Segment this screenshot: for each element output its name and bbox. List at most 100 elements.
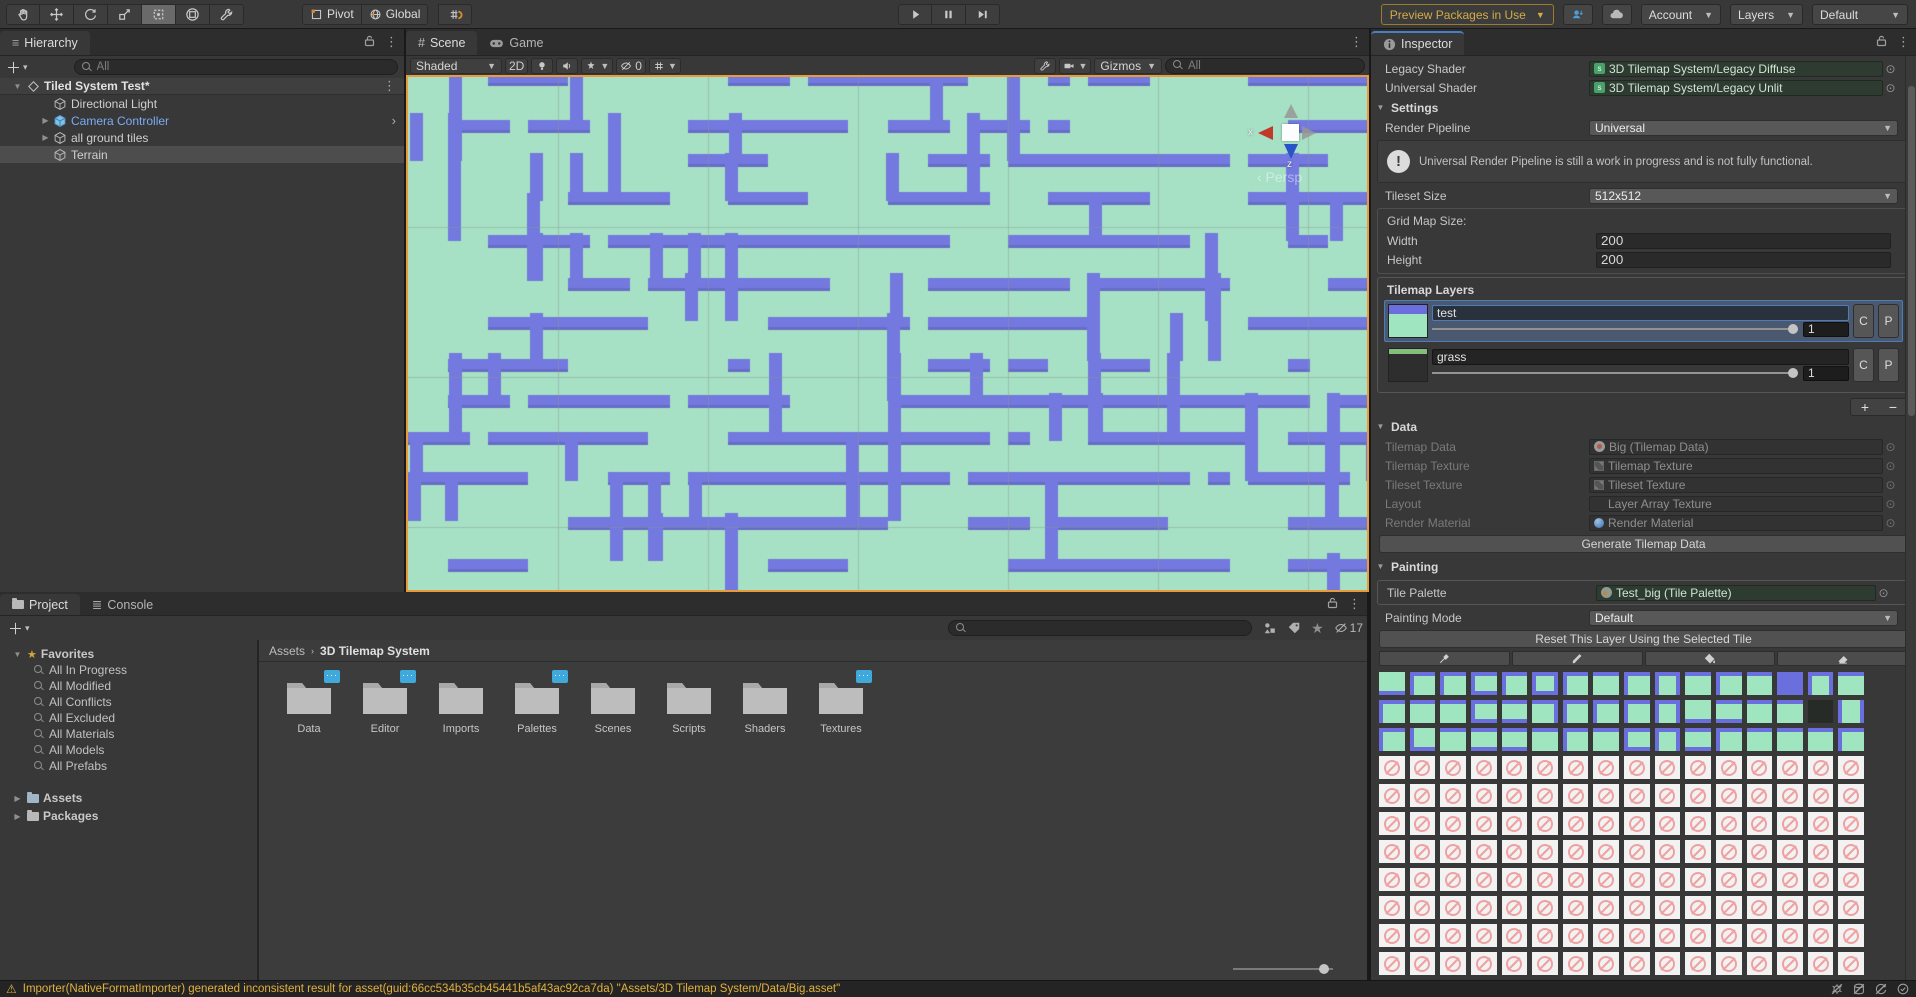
palette-tile[interactable]: [1532, 672, 1558, 695]
palette-tile[interactable]: [1807, 672, 1834, 695]
palette-tile-empty[interactable]: [1654, 952, 1681, 975]
palette-tile-empty[interactable]: [1440, 812, 1466, 835]
hierarchy-search[interactable]: [73, 59, 398, 75]
palette-tile-empty[interactable]: [1807, 952, 1834, 975]
palette-tile-empty[interactable]: [1470, 812, 1497, 835]
palette-tile-empty[interactable]: [1409, 812, 1436, 835]
search-input[interactable]: [1188, 59, 1357, 72]
palette-tile-empty[interactable]: [1715, 840, 1742, 863]
palette-tile-empty[interactable]: [1440, 784, 1466, 807]
palette-tile[interactable]: [1409, 700, 1436, 723]
painting-section-header[interactable]: ▼ Painting: [1371, 556, 1916, 577]
hierarchy-item-camera-controller[interactable]: ▶ Camera Controller ›: [0, 112, 404, 129]
favorite-all-materials[interactable]: All Materials: [0, 726, 257, 742]
palette-tile[interactable]: [1470, 700, 1497, 723]
legacy-shader-field[interactable]: s 3D Tilemap System/Legacy Diffuse: [1589, 60, 1883, 77]
settings-section-header[interactable]: ▼ Settings: [1371, 97, 1916, 118]
grid-snapping-button[interactable]: [438, 3, 473, 25]
remove-layer-button[interactable]: −: [1879, 399, 1907, 415]
palette-tile-empty[interactable]: [1470, 868, 1497, 891]
palette-tile[interactable]: [1777, 672, 1803, 695]
palette-tile-empty[interactable]: [1807, 924, 1834, 947]
palette-tile-empty[interactable]: [1807, 896, 1834, 919]
project-search[interactable]: [948, 620, 1252, 636]
palette-tile-empty[interactable]: [1777, 784, 1803, 807]
object-picker-icon[interactable]: ⊙: [1883, 497, 1898, 511]
filter-by-type-icon[interactable]: [1263, 621, 1277, 635]
search-input[interactable]: [96, 61, 390, 73]
orientation-gizmo[interactable]: x z ‹ Persp: [1248, 97, 1325, 193]
palette-tile[interactable]: [1379, 728, 1405, 751]
palette-tile-empty[interactable]: [1746, 952, 1773, 975]
palette-tile-empty[interactable]: [1593, 868, 1619, 891]
palette-tile[interactable]: [1777, 728, 1803, 751]
palette-tile-empty[interactable]: [1593, 812, 1619, 835]
palette-tile-empty[interactable]: [1624, 756, 1650, 779]
folder-imports[interactable]: Imports: [423, 676, 499, 735]
palette-tile-empty[interactable]: [1501, 952, 1528, 975]
palette-tile-empty[interactable]: [1501, 840, 1528, 863]
icon-size-slider[interactable]: [1233, 964, 1333, 974]
hierarchy-item-terrain[interactable]: Terrain: [0, 146, 404, 163]
generate-tilemap-data-button[interactable]: Generate Tilemap Data: [1379, 535, 1908, 553]
palette-tile[interactable]: [1379, 700, 1405, 723]
axis-y-cone[interactable]: [1284, 104, 1298, 118]
palette-tile-empty[interactable]: [1440, 952, 1466, 975]
object-picker-icon[interactable]: ⊙: [1883, 81, 1898, 95]
palette-tile-empty[interactable]: [1838, 868, 1864, 891]
palette-tile[interactable]: [1654, 700, 1681, 723]
palette-tile[interactable]: [1624, 700, 1650, 723]
render-pipeline-dropdown[interactable]: Universal ▼: [1589, 119, 1898, 136]
palette-tile-empty[interactable]: [1777, 896, 1803, 919]
palette-tile-empty[interactable]: [1624, 840, 1650, 863]
auto-refresh-off-icon[interactable]: [1874, 982, 1888, 996]
palette-tile[interactable]: [1807, 700, 1834, 723]
layer-name-input[interactable]: [1432, 305, 1849, 321]
add-layer-button[interactable]: +: [1851, 399, 1879, 415]
palette-tile[interactable]: [1746, 700, 1773, 723]
folder-shaders[interactable]: Shaders: [727, 676, 803, 735]
palette-tile[interactable]: [1379, 672, 1405, 695]
palette-tile-empty[interactable]: [1685, 784, 1711, 807]
palette-tile[interactable]: [1654, 728, 1681, 751]
favorites-header[interactable]: ▼ ★ Favorites: [0, 646, 257, 662]
slider-knob[interactable]: [1788, 324, 1798, 334]
scene-canvas[interactable]: [408, 77, 1367, 590]
favorite-all-prefabs[interactable]: All Prefabs: [0, 758, 257, 774]
step-button[interactable]: [966, 4, 1000, 25]
grid-dropdown-button[interactable]: ▼: [648, 57, 681, 74]
create-button[interactable]: ＋ ▾: [8, 618, 30, 639]
lock-icon[interactable]: [1327, 597, 1338, 612]
opacity-value-input[interactable]: [1803, 365, 1849, 381]
palette-tile-empty[interactable]: [1838, 812, 1864, 835]
axis-right-cone[interactable]: [1302, 126, 1316, 140]
painting-mode-dropdown[interactable]: Default ▼: [1589, 609, 1898, 626]
rect-tool-button[interactable]: [142, 3, 176, 25]
palette-tile-empty[interactable]: [1470, 756, 1497, 779]
tab-console[interactable]: ≣ Console: [80, 594, 165, 615]
palette-tile-empty[interactable]: [1440, 896, 1466, 919]
object-picker-icon[interactable]: ⊙: [1876, 586, 1891, 600]
hierarchy-item-all-ground-tiles[interactable]: ▶ all ground tiles: [0, 129, 404, 146]
universal-shader-field[interactable]: s 3D Tilemap System/Legacy Unlit: [1589, 79, 1883, 96]
audio-toggle-button[interactable]: [556, 57, 579, 74]
palette-tile-empty[interactable]: [1409, 868, 1436, 891]
custom-tool-button[interactable]: [210, 3, 244, 25]
folder-scripts[interactable]: Scripts: [651, 676, 727, 735]
menu-icon[interactable]: ⋮: [385, 34, 398, 50]
palette-tile-empty[interactable]: [1685, 756, 1711, 779]
favorite-all-in-progress[interactable]: All In Progress: [0, 662, 257, 678]
palette-tile-empty[interactable]: [1379, 924, 1405, 947]
palette-tile-empty[interactable]: [1777, 952, 1803, 975]
hidden-packages-button[interactable]: 17: [1334, 621, 1363, 635]
palette-tile-empty[interactable]: [1593, 896, 1619, 919]
palette-tile-empty[interactable]: [1654, 784, 1681, 807]
folder-textures[interactable]: ··· Textures: [803, 670, 879, 735]
root-packages[interactable]: ▶ Packages: [0, 808, 257, 824]
palette-tile[interactable]: [1409, 672, 1436, 695]
palette-tile-empty[interactable]: [1409, 784, 1436, 807]
palette-tile-empty[interactable]: [1379, 756, 1405, 779]
tab-scene[interactable]: # Scene: [406, 31, 478, 55]
palette-tile-empty[interactable]: [1379, 868, 1405, 891]
opacity-slider[interactable]: [1432, 324, 1798, 334]
